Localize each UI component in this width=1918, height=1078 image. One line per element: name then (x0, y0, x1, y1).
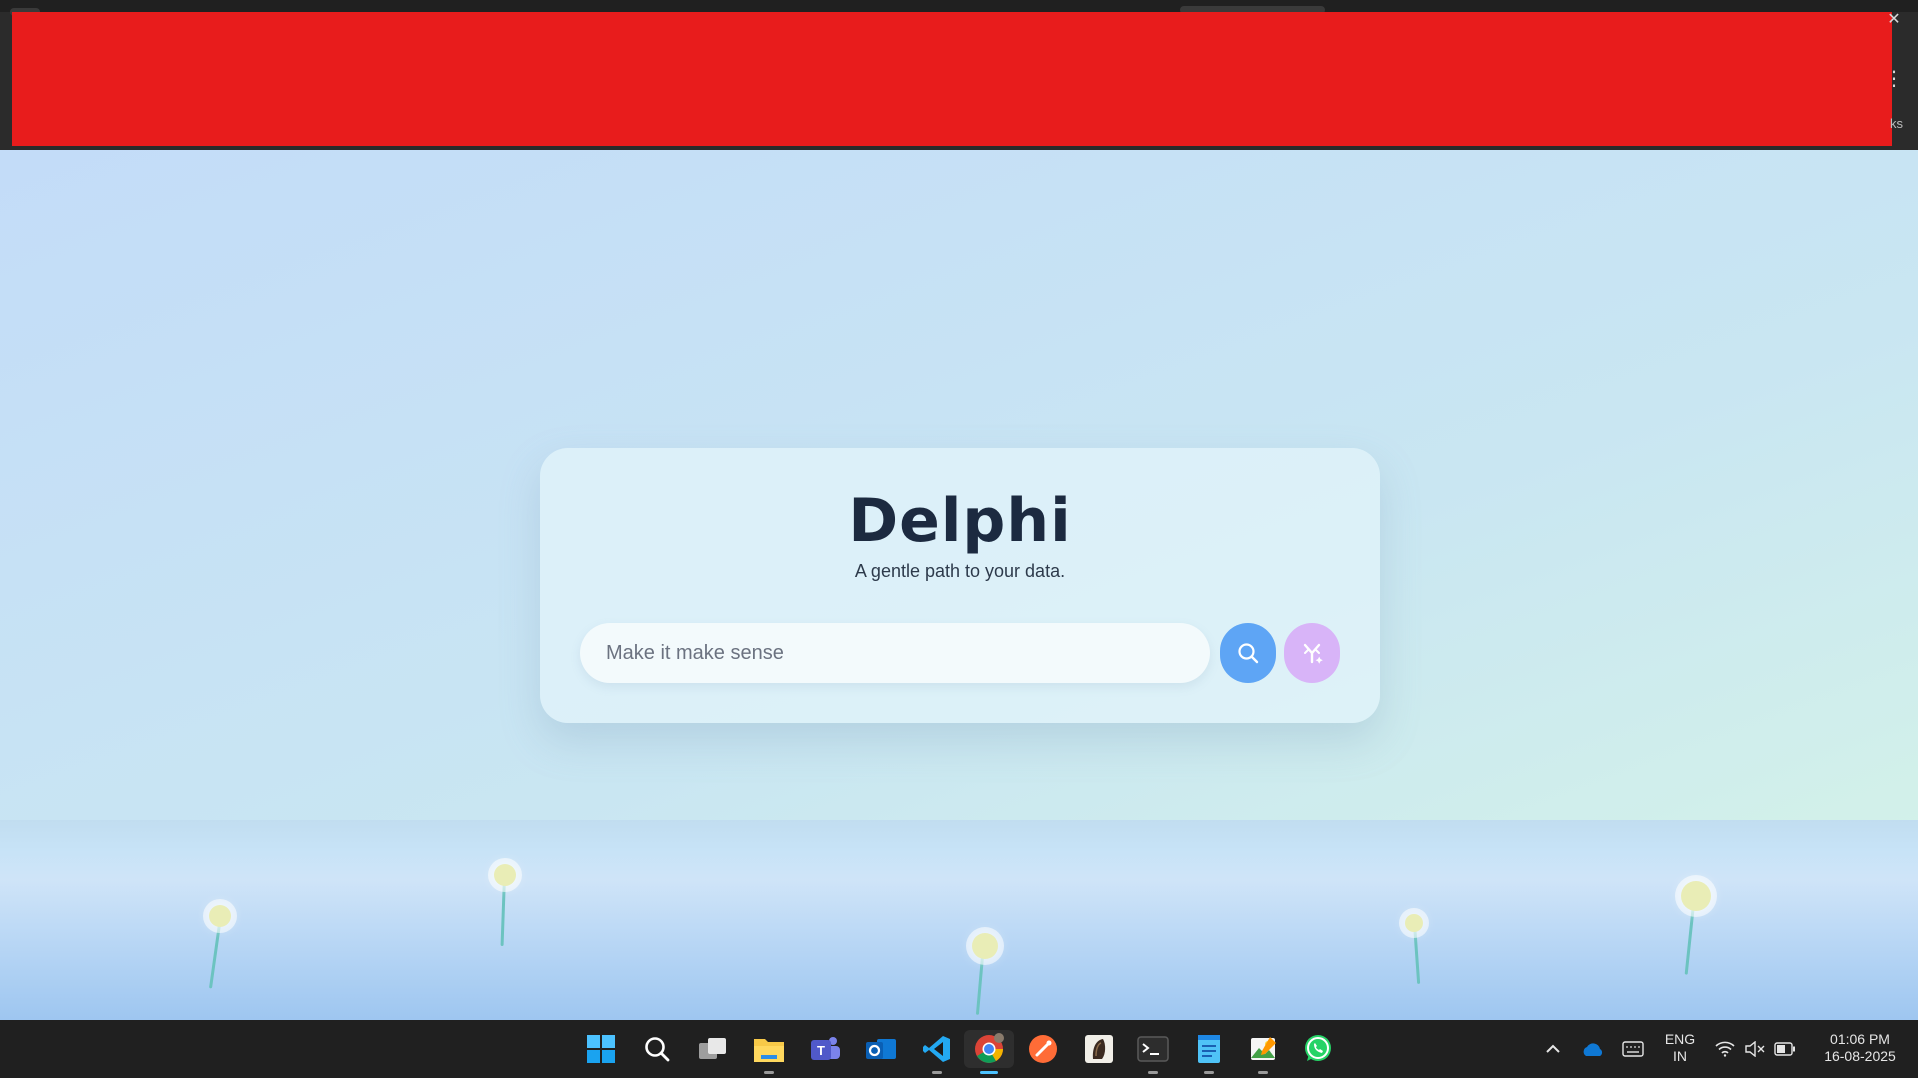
show-hidden-icons-chevron-icon[interactable] (1534, 1030, 1572, 1068)
vscode-icon[interactable] (918, 1030, 956, 1074)
input-language[interactable]: ENG IN (1660, 1031, 1700, 1065)
search-input[interactable] (580, 623, 1210, 683)
keyboard-icon[interactable] (1614, 1030, 1652, 1068)
magic-button[interactable] (1284, 623, 1340, 683)
volume-muted-icon[interactable] (1740, 1030, 1770, 1068)
close-icon[interactable]: ✕ (1884, 10, 1904, 30)
whatsapp-icon[interactable] (1299, 1030, 1337, 1068)
terminal-icon[interactable] (1134, 1030, 1172, 1074)
taskbar-search-icon[interactable] (638, 1030, 676, 1068)
page-background: Delphi A gentle path to your data. (0, 150, 1918, 1020)
browser-chrome: ✕ ⋮ ks (0, 0, 1918, 150)
wifi-icon[interactable] (1710, 1030, 1740, 1068)
notepad-icon[interactable] (1190, 1030, 1228, 1074)
search-card: Delphi A gentle path to your data. (540, 448, 1380, 723)
page-title: Delphi (848, 486, 1072, 556)
start-icon[interactable] (582, 1030, 620, 1068)
app-icon[interactable] (1080, 1030, 1118, 1068)
bookmarks-label: ks (1890, 116, 1903, 131)
clock-time: 01:06 PM (1830, 1031, 1890, 1047)
sparkle-wand-icon (1303, 643, 1323, 664)
file-explorer-icon[interactable] (750, 1030, 788, 1074)
image-editor-icon[interactable] (1244, 1030, 1282, 1074)
meadow-decoration (0, 820, 1918, 1020)
chrome-icon[interactable] (964, 1030, 1014, 1074)
redacted-region (12, 12, 1892, 146)
outlook-icon[interactable] (862, 1030, 900, 1068)
svg-text:T: T (817, 1043, 825, 1058)
region-label: IN (1673, 1048, 1687, 1064)
tab-strip (0, 0, 1918, 12)
language-label: ENG (1664, 1031, 1696, 1047)
taskbar: T ENG IN 01:06 PM 16-08-2025 (0, 1020, 1918, 1078)
page-subtitle: A gentle path to your data. (854, 561, 1066, 581)
task-view-icon[interactable] (694, 1030, 732, 1068)
postman-icon[interactable] (1024, 1030, 1062, 1068)
onedrive-cloud-icon[interactable] (1574, 1030, 1612, 1068)
search-button[interactable] (1220, 623, 1276, 683)
search-icon (1238, 643, 1259, 664)
battery-icon[interactable] (1770, 1030, 1800, 1068)
teams-icon[interactable]: T (806, 1030, 844, 1068)
clock-date: 16-08-2025 (1824, 1048, 1896, 1064)
clock[interactable]: 01:06 PM 16-08-2025 (1810, 1031, 1910, 1065)
more-menu-icon[interactable]: ⋮ (1884, 66, 1904, 92)
